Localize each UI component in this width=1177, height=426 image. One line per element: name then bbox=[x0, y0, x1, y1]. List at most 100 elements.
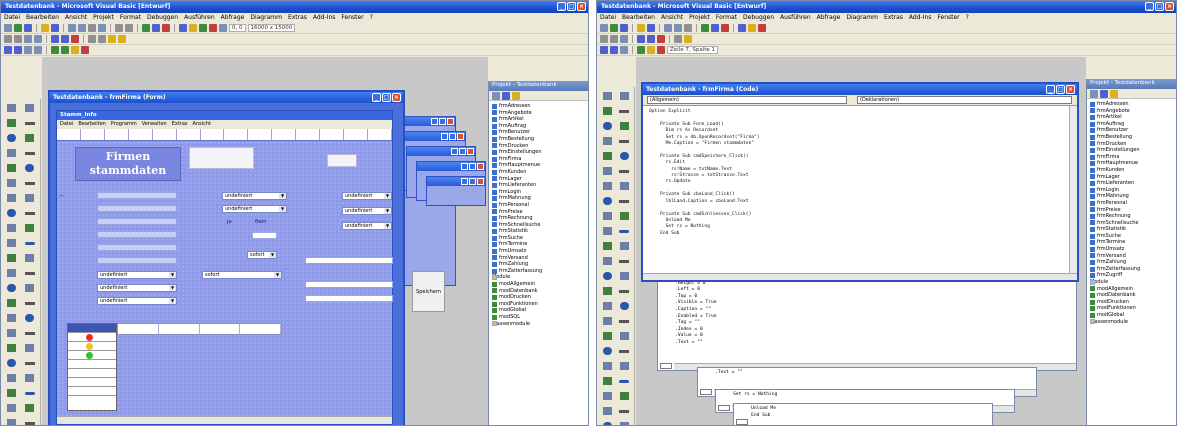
tree-item-form[interactable]: frmAdressen bbox=[492, 103, 585, 110]
check-ja-label[interactable]: Ja bbox=[227, 219, 232, 225]
menu-format[interactable]: Format bbox=[716, 14, 737, 22]
toolbox-image-icon[interactable] bbox=[599, 224, 615, 238]
menu-fenster[interactable]: Fenster bbox=[937, 14, 959, 22]
toolbox-checkbox-icon[interactable] bbox=[599, 344, 615, 358]
toolbox-ole-icon[interactable] bbox=[599, 239, 615, 253]
toolbox-hscrollbar-icon[interactable] bbox=[599, 374, 615, 388]
menu-datei[interactable]: Datei bbox=[60, 121, 73, 128]
align-icon[interactable] bbox=[24, 46, 32, 54]
tree-item-form[interactable]: frmLager bbox=[1090, 174, 1173, 181]
add-form-icon[interactable] bbox=[14, 24, 22, 32]
minimize-icon[interactable]: _ bbox=[372, 93, 381, 102]
comment-icon[interactable] bbox=[88, 35, 96, 43]
toolbox-listbox-icon[interactable] bbox=[21, 371, 38, 385]
toolbox-pointer-icon[interactable] bbox=[599, 299, 615, 313]
toolbox-progressbar-icon[interactable] bbox=[616, 269, 632, 283]
stop-icon[interactable] bbox=[162, 24, 170, 32]
same-size-icon[interactable] bbox=[51, 46, 59, 54]
maximize-icon[interactable]: □ bbox=[567, 2, 576, 11]
tree-item-form[interactable]: frmAdressen bbox=[1090, 101, 1173, 108]
toolbox-pointer-icon[interactable] bbox=[599, 89, 615, 103]
minimize-icon[interactable]: _ bbox=[1145, 2, 1154, 11]
maximize-icon[interactable]: □ bbox=[1056, 85, 1065, 94]
toolbox-grid-icon[interactable] bbox=[21, 251, 38, 265]
menu-projekt[interactable]: Projekt bbox=[93, 14, 114, 22]
toolbox-pointer-icon[interactable] bbox=[3, 311, 20, 325]
toolbox-textbox-icon[interactable] bbox=[616, 104, 632, 118]
text-field[interactable] bbox=[305, 257, 393, 264]
breakpoint-icon[interactable] bbox=[71, 35, 79, 43]
tree-item-form[interactable]: frmPreise bbox=[492, 209, 585, 216]
bring-to-front-icon[interactable] bbox=[4, 46, 12, 54]
tree-item-form[interactable]: frmLieferanten bbox=[1090, 180, 1173, 187]
toolbox-listview-icon[interactable] bbox=[21, 296, 38, 310]
toolbox-frame-icon[interactable] bbox=[599, 119, 615, 133]
tree-item-form[interactable]: frmZahlung bbox=[492, 261, 585, 268]
tree-item-form[interactable]: frmUmsatz bbox=[1090, 246, 1173, 253]
tree-item-form[interactable]: frmUmsatz bbox=[492, 248, 585, 255]
small-combo-box[interactable]: sofort bbox=[247, 251, 277, 259]
run-icon[interactable] bbox=[142, 24, 150, 32]
outdent-icon[interactable] bbox=[61, 35, 69, 43]
toolbox-tabstrip-icon[interactable] bbox=[3, 266, 20, 280]
toolbox-filelistbox-icon[interactable] bbox=[616, 194, 632, 208]
toolbox-combobox-icon[interactable] bbox=[3, 161, 20, 175]
tree-item-form[interactable]: frmDrucken bbox=[492, 143, 585, 150]
toggle-folders-icon[interactable] bbox=[512, 92, 520, 100]
combo-box[interactable]: undefiniert bbox=[342, 207, 392, 215]
combo-box[interactable]: sofort bbox=[202, 271, 282, 279]
side-button[interactable]: Speichern bbox=[412, 271, 445, 312]
toolbox-hscrollbar-icon[interactable] bbox=[3, 176, 20, 190]
toolbox-dirlistbox-icon[interactable] bbox=[3, 206, 20, 220]
tree-item-form[interactable]: frmFirma bbox=[492, 156, 585, 163]
tree-item-form[interactable]: frmSuche bbox=[492, 235, 585, 242]
toolbox-data-icon[interactable] bbox=[616, 224, 632, 238]
tree-item-form[interactable]: frmAuftrag bbox=[1090, 121, 1173, 128]
tree-item-form[interactable]: frmVersand bbox=[492, 255, 585, 262]
tree-item-form[interactable]: frmBestellung bbox=[492, 136, 585, 143]
view-code-icon[interactable] bbox=[492, 92, 500, 100]
toolbox-optionbutton-icon[interactable] bbox=[21, 356, 38, 370]
menu-add-ins[interactable]: Add-Ins bbox=[909, 14, 931, 22]
object-combo[interactable]: (Allgemein) bbox=[647, 96, 847, 104]
toolbox-toolbar-icon[interactable] bbox=[616, 254, 632, 268]
toolbox-timer-icon[interactable] bbox=[599, 179, 615, 193]
menu-datei[interactable]: Datei bbox=[600, 14, 616, 22]
tree-item-form[interactable]: frmZeiterfassung bbox=[492, 268, 585, 275]
pause-icon[interactable] bbox=[711, 24, 719, 32]
menu-extras[interactable]: Extras bbox=[172, 121, 188, 128]
minimize-icon[interactable]: _ bbox=[557, 2, 566, 11]
bring-to-front-icon[interactable] bbox=[600, 46, 608, 54]
save-icon[interactable] bbox=[647, 24, 655, 32]
text-field[interactable] bbox=[305, 295, 393, 302]
tree-item-form[interactable]: frmEinstellungen bbox=[492, 149, 585, 156]
redo-icon[interactable] bbox=[125, 24, 133, 32]
toolbox-treeview-icon[interactable] bbox=[599, 284, 615, 298]
indent-icon[interactable] bbox=[637, 35, 645, 43]
copy-icon[interactable] bbox=[78, 24, 86, 32]
add-form-icon[interactable] bbox=[610, 24, 618, 32]
logo-frame[interactable] bbox=[189, 147, 254, 169]
close-icon[interactable]: × bbox=[1165, 2, 1174, 11]
text-field[interactable] bbox=[97, 205, 177, 212]
zoom-icon[interactable] bbox=[81, 46, 89, 54]
menu-ansicht[interactable]: Ansicht bbox=[65, 14, 87, 22]
menu-bearbeiten[interactable]: Bearbeiten bbox=[78, 121, 105, 128]
comment-icon[interactable] bbox=[674, 35, 682, 43]
text-field[interactable] bbox=[97, 244, 177, 251]
toolbox-timer-icon[interactable] bbox=[3, 401, 20, 415]
view-object-icon[interactable] bbox=[1100, 90, 1108, 98]
toolbox-dirlistbox-icon[interactable] bbox=[3, 416, 20, 425]
object-browser-icon[interactable] bbox=[758, 24, 766, 32]
undo-icon[interactable] bbox=[115, 24, 123, 32]
tree-item-form[interactable]: frmDrucken bbox=[1090, 141, 1173, 148]
code-editor[interactable]: Option Explicit Private Sub Form_Load() … bbox=[643, 106, 1069, 272]
tree-item-module[interactable]: modDrucken bbox=[1090, 299, 1173, 306]
toolbox-listview-icon[interactable] bbox=[616, 284, 632, 298]
menu-programm[interactable]: Programm bbox=[111, 121, 137, 128]
toolbox-dirlistbox-icon[interactable] bbox=[599, 404, 615, 418]
tree-item-form[interactable]: frmTermine bbox=[1090, 239, 1173, 246]
toolbox-shape-icon[interactable] bbox=[599, 209, 615, 223]
tree-item-form[interactable]: frmZeiterfassung bbox=[1090, 266, 1173, 273]
menu-ansicht[interactable]: Ansicht bbox=[661, 14, 683, 22]
